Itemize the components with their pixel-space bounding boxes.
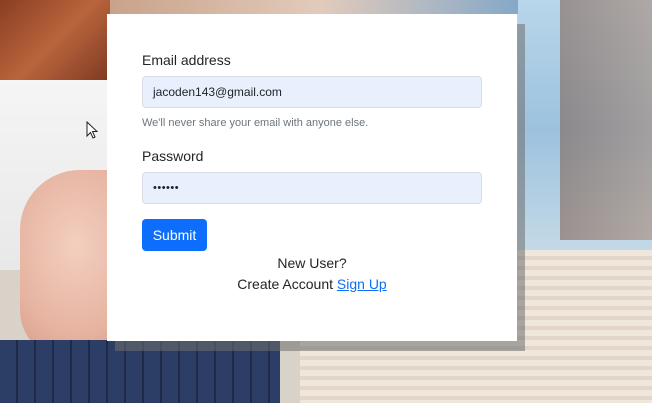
password-label: Password	[142, 148, 204, 164]
create-account-row: Create Account Sign Up	[107, 276, 517, 292]
mouse-pointer-icon	[86, 121, 99, 139]
email-help-text: We'll never share your email with anyone…	[142, 117, 369, 129]
create-account-text: Create Account	[237, 276, 334, 292]
password-field[interactable]: ••••••	[142, 172, 482, 204]
background-shade	[560, 0, 652, 240]
background-strip	[110, 0, 530, 14]
login-card: Email address jacoden143@gmail.com We'll…	[107, 14, 517, 341]
new-user-text: New User?	[277, 255, 347, 271]
email-field[interactable]: jacoden143@gmail.com	[142, 76, 482, 108]
signup-link[interactable]: Sign Up	[337, 276, 387, 292]
submit-button[interactable]: Submit	[142, 219, 207, 251]
email-label: Email address	[142, 52, 231, 68]
background-keyboard	[0, 340, 280, 403]
